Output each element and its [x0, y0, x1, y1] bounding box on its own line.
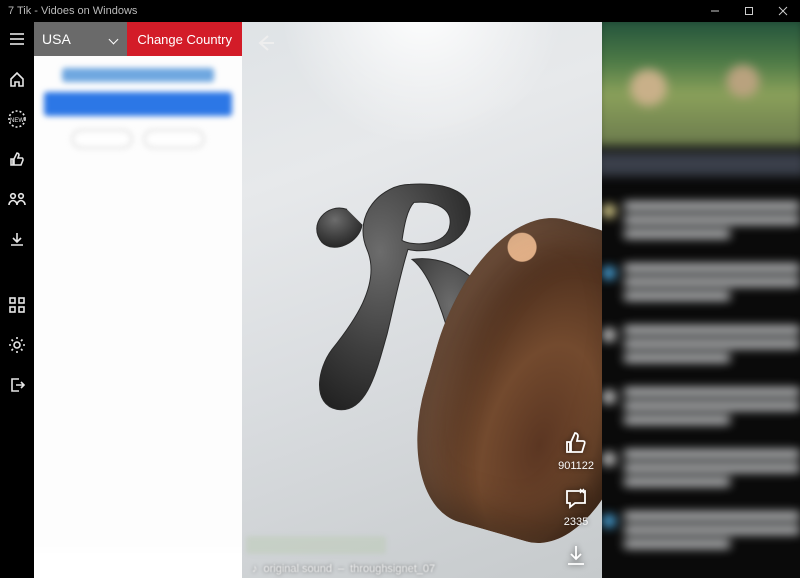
comment-text	[624, 388, 800, 430]
apps-icon[interactable]	[6, 294, 28, 316]
comment-row[interactable]	[602, 440, 800, 502]
close-button[interactable]	[766, 0, 800, 22]
new-badge-icon[interactable]: NEW	[6, 108, 28, 130]
like-icon[interactable]	[6, 148, 28, 170]
comment-row[interactable]	[602, 192, 800, 254]
comment-count: 2335	[564, 516, 588, 528]
country-dropdown[interactable]: USA	[34, 22, 127, 56]
comment-text	[624, 512, 800, 554]
comment-row[interactable]	[602, 254, 800, 316]
country-dropdown-value: USA	[42, 31, 71, 47]
comment-avatar	[602, 390, 616, 404]
related-video-title	[602, 152, 800, 176]
download-video-button[interactable]	[563, 542, 589, 568]
comment-avatar	[602, 514, 616, 528]
change-country-button[interactable]: Change Country	[127, 22, 242, 56]
comment-text	[624, 450, 800, 492]
caption-bg	[246, 536, 386, 554]
left-header: USA Change Country	[34, 22, 242, 56]
video-actions: 901122 2335	[558, 430, 594, 568]
settings-icon[interactable]	[6, 334, 28, 356]
comment-avatar	[602, 266, 616, 280]
sound-user: throughsignet_07	[350, 563, 435, 575]
app-body: NEW USA Change Country	[0, 22, 800, 578]
download-icon[interactable]	[6, 228, 28, 250]
chevron-down-icon	[109, 34, 119, 44]
comment-text	[624, 326, 800, 368]
maximize-button[interactable]	[732, 0, 766, 22]
list-item[interactable]	[44, 68, 232, 148]
comment-avatar	[602, 204, 616, 218]
back-button[interactable]	[254, 32, 276, 59]
sidebar: NEW	[0, 22, 34, 578]
video-player[interactable]: 901122 2335 ♪ original sound – throughsi…	[242, 22, 602, 578]
home-icon[interactable]	[6, 68, 28, 90]
comment-avatar	[602, 452, 616, 466]
like-button[interactable]: 901122	[558, 430, 594, 472]
window-title: 7 Tik - Vidoes on Windows	[8, 5, 137, 17]
comment-row[interactable]	[602, 378, 800, 440]
minimize-button[interactable]	[698, 0, 732, 22]
sound-caption[interactable]: ♪ original sound – throughsignet_07	[252, 563, 542, 575]
music-note-icon: ♪	[252, 563, 258, 575]
sound-label: original sound	[264, 563, 333, 575]
titlebar: 7 Tik - Vidoes on Windows	[0, 0, 800, 22]
change-country-label: Change Country	[137, 32, 232, 47]
comment-avatar	[602, 328, 616, 342]
comment-row[interactable]	[602, 316, 800, 378]
related-video-thumb[interactable]	[602, 22, 800, 146]
like-count: 901122	[558, 460, 594, 472]
left-column: USA Change Country	[34, 22, 242, 578]
logout-icon[interactable]	[6, 374, 28, 396]
right-panel	[602, 22, 800, 578]
comment-text	[624, 264, 800, 306]
menu-icon[interactable]	[6, 28, 28, 50]
comment-row[interactable]	[602, 502, 800, 564]
group-icon[interactable]	[6, 188, 28, 210]
feed-list-pane[interactable]	[34, 56, 242, 578]
comment-button[interactable]: 2335	[563, 486, 589, 528]
svg-text:NEW: NEW	[10, 118, 24, 124]
video-area: 901122 2335 ♪ original sound – throughsi…	[242, 22, 602, 578]
comment-text	[624, 202, 800, 244]
